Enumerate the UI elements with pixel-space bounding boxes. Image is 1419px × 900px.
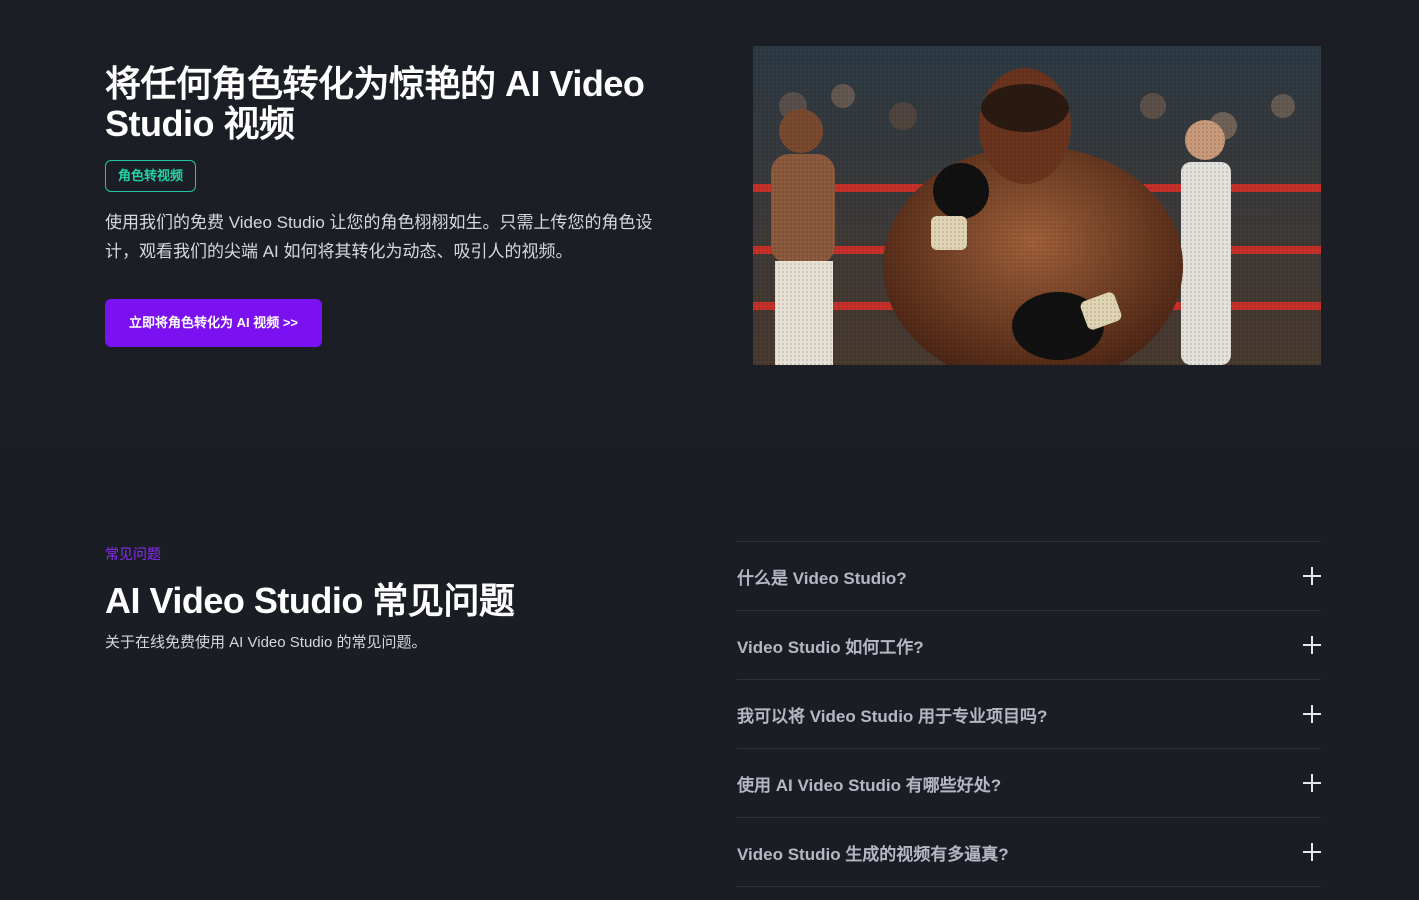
faq-question: 使用 AI Video Studio 有哪些好处?	[737, 775, 1002, 795]
faq-item[interactable]: 使用 AI Video Studio 有哪些好处?	[737, 749, 1321, 818]
faq-question: Video Studio 如何工作?	[737, 637, 924, 657]
hero-section: 将任何角色转化为惊艳的 AI Video Studio 视频 角色转视频 使用我…	[0, 0, 1419, 445]
faq-question: 我可以将 Video Studio 用于专业项目吗?	[737, 706, 1048, 726]
plus-icon[interactable]	[1303, 843, 1321, 861]
faq-question: 什么是 Video Studio?	[737, 568, 907, 588]
faq-list: 什么是 Video Studio? Video Studio 如何工作? 我可以…	[737, 541, 1321, 887]
category-tag: 角色转视频	[105, 160, 197, 192]
faq-eyebrow: 常见问题	[105, 546, 161, 562]
faq-subtitle: 关于在线免费使用 AI Video Studio 的常见问题。	[105, 634, 427, 651]
faq-item[interactable]: Video Studio 如何工作?	[737, 611, 1321, 680]
faq-item[interactable]: 我可以将 Video Studio 用于专业项目吗?	[737, 680, 1321, 749]
plus-icon[interactable]	[1303, 705, 1321, 723]
plus-icon[interactable]	[1303, 567, 1321, 585]
convert-cta-button[interactable]: 立即将角色转化为 AI 视频 >>	[105, 299, 322, 347]
hero-image	[753, 46, 1321, 365]
faq-item[interactable]: Video Studio 生成的视频有多逼真?	[737, 818, 1321, 887]
faq-section: 常见问题 AI Video Studio 常见问题 关于在线免费使用 AI Vi…	[0, 445, 1419, 900]
hero-description: 使用我们的免费 Video Studio 让您的角色栩栩如生。只需上传您的角色设…	[105, 213, 653, 261]
faq-title: AI Video Studio 常见问题	[105, 580, 515, 621]
hero-title: 将任何角色转化为惊艳的 AI Video Studio 视频	[105, 63, 645, 144]
plus-icon[interactable]	[1303, 636, 1321, 654]
faq-question: Video Studio 生成的视频有多逼真?	[737, 844, 1009, 864]
plus-icon[interactable]	[1303, 774, 1321, 792]
faq-item[interactable]: 什么是 Video Studio?	[737, 542, 1321, 611]
